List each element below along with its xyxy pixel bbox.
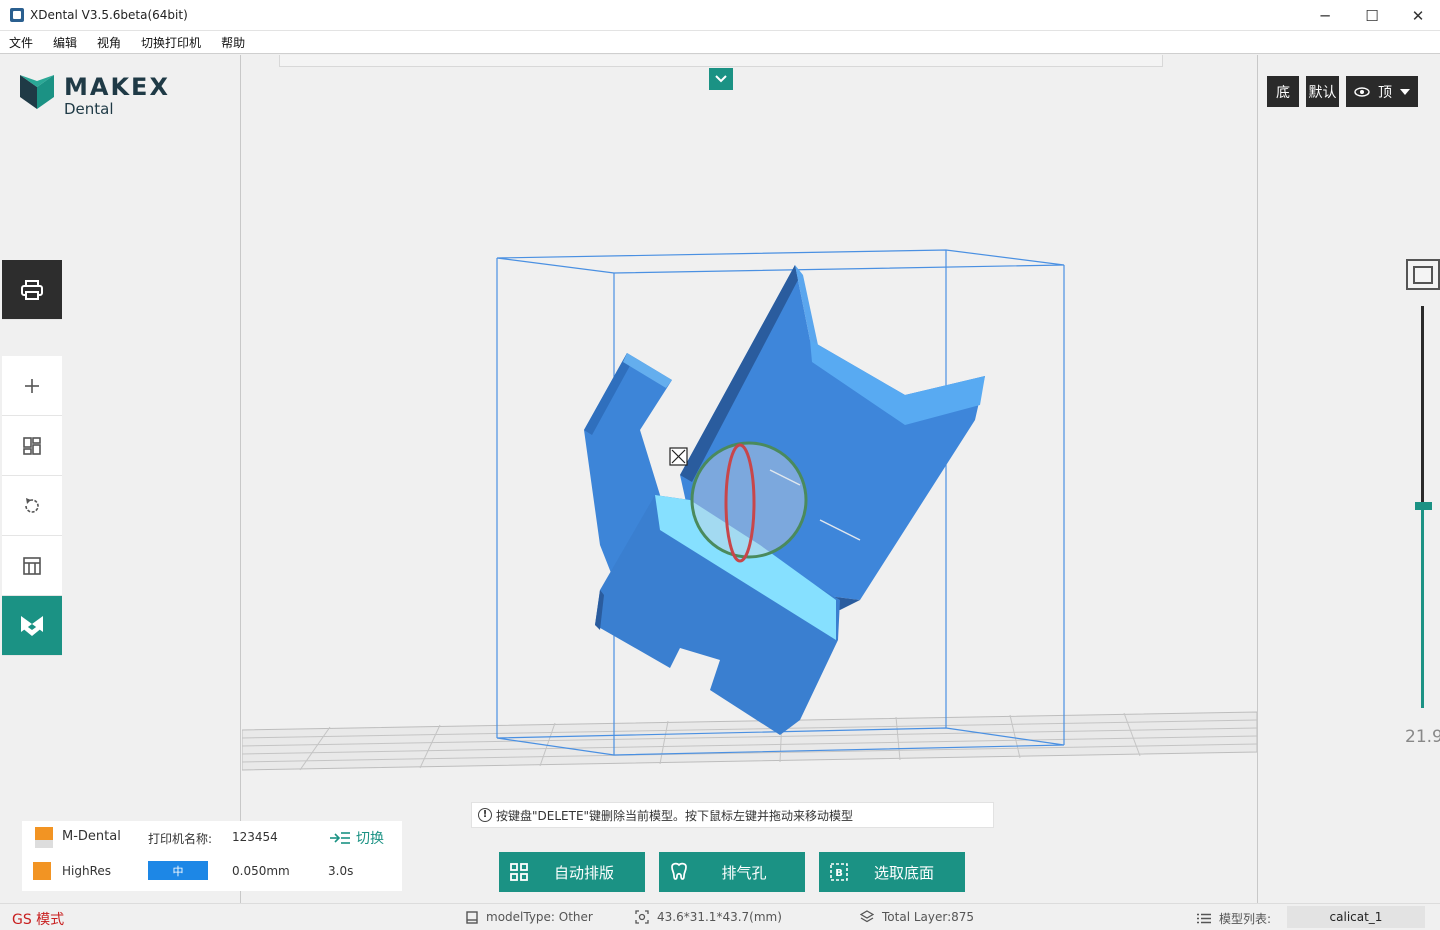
scan-icon	[635, 910, 649, 924]
menu-switch-printer[interactable]: 切换打印机	[131, 34, 211, 51]
menu-view[interactable]: 视角	[87, 34, 131, 51]
grid-icon	[510, 863, 528, 881]
model-list-label-group: 模型列表:	[1197, 910, 1271, 927]
layer-slider-track-active[interactable]	[1421, 506, 1424, 708]
logo-brand: MAKEX	[64, 73, 170, 101]
switch-arrow-icon	[330, 832, 350, 844]
select-base-label: 选取底面	[873, 863, 934, 882]
3d-viewport[interactable]	[242, 55, 1257, 903]
close-button[interactable]: ✕	[1395, 0, 1440, 31]
dimensions-status: 43.6*31.1*43.7(mm)	[635, 910, 782, 924]
printer-name-label: 打印机名称:	[148, 832, 213, 846]
model-list-select[interactable]: calicat_1	[1287, 906, 1425, 928]
hint-bar: ! 按键盘"DELETE"键删除当前模型。按下鼠标左键并拖动来移动模型	[471, 802, 994, 828]
model-list-label: 模型列表:	[1219, 912, 1272, 926]
rotate-button[interactable]	[2, 476, 62, 536]
logo: MAKEX Dental	[20, 73, 190, 121]
vent-hole-label: 排气孔	[721, 863, 767, 882]
view-default-button[interactable]: 默认	[1306, 76, 1339, 107]
printer-info-card: M-Dental 打印机名称: 123454 切换 HighRes 中 0.05…	[22, 821, 402, 891]
layer-slider-knob[interactable]	[1415, 502, 1432, 510]
info-icon: !	[478, 808, 492, 822]
makex-tool-button[interactable]	[2, 596, 62, 656]
layer-height-readout: 21.9	[1405, 727, 1440, 747]
title-bar: XDental V3.5.6beta(64bit) ─ ☐ ✕	[0, 0, 1440, 31]
menu-bar: 文件 编辑 视角 切换打印机 帮助	[0, 31, 1440, 54]
scene-canvas	[242, 249, 1257, 771]
support-button[interactable]	[2, 536, 62, 596]
model-type-text: modelType: Other	[486, 910, 593, 924]
makex-icon	[21, 615, 43, 636]
tooth-icon	[671, 862, 687, 880]
svg-text:B: B	[835, 868, 843, 879]
logo-sub: Dental	[64, 100, 114, 118]
select-base-button[interactable]: B 选取底面	[819, 852, 965, 892]
layer-slider-top-handle[interactable]	[1406, 259, 1440, 290]
printer-profile: M-Dental	[62, 829, 121, 844]
resin-swatch	[33, 862, 51, 880]
view-top-dropdown[interactable]: 顶	[1346, 76, 1418, 107]
auto-arrange-label: 自动排版	[553, 863, 614, 882]
app-icon	[10, 8, 24, 22]
move-cursor-icon	[669, 447, 688, 466]
exposure-time: 3.0s	[328, 864, 354, 878]
rotate-icon	[25, 497, 39, 513]
app-window: XDental V3.5.6beta(64bit) ─ ☐ ✕ 文件 编辑 视角…	[0, 0, 1440, 930]
maximize-button[interactable]: ☐	[1349, 0, 1395, 31]
layout-icon	[23, 436, 41, 455]
right-panel: 底 默认 顶 21.9	[1257, 55, 1440, 903]
total-layer-status: Total Layer:875	[860, 910, 974, 924]
layout-button[interactable]	[2, 416, 62, 476]
list-icon	[1197, 913, 1211, 924]
printer-name-value: 123454	[232, 830, 278, 844]
add-model-button[interactable]	[2, 356, 62, 416]
print-tool-button[interactable]	[2, 260, 62, 320]
eye-icon	[1354, 86, 1370, 97]
build-plate-grid	[242, 711, 1257, 771]
quality-level-badge: 中	[148, 861, 208, 880]
view-top-label: 顶	[1378, 84, 1392, 101]
layer-slider-track[interactable]	[1421, 306, 1424, 502]
plus-icon	[25, 378, 39, 393]
select-base-icon: B	[830, 863, 848, 881]
makex-logo-icon	[20, 75, 54, 109]
auto-arrange-button[interactable]: 自动排版	[499, 852, 645, 892]
dimensions-text: 43.6*31.1*43.7(mm)	[657, 910, 782, 924]
support-icon	[23, 556, 41, 575]
printer-swatch-base	[35, 840, 53, 848]
layer-thickness: 0.050mm	[232, 864, 290, 878]
menu-edit[interactable]: 编辑	[43, 34, 87, 51]
minimize-button[interactable]: ─	[1302, 0, 1348, 31]
menu-help[interactable]: 帮助	[211, 34, 255, 51]
resin-name: HighRes	[62, 864, 112, 878]
left-panel: MAKEX Dental	[0, 55, 241, 903]
layers-icon	[860, 910, 874, 923]
caret-down-icon	[1400, 88, 1410, 95]
vent-hole-button[interactable]: 排气孔	[659, 852, 805, 892]
total-layer-text: Total Layer:875	[882, 910, 975, 924]
switch-label: 切换	[356, 831, 384, 847]
print-icon	[21, 279, 43, 300]
save-icon	[466, 910, 478, 924]
switch-printer-link[interactable]: 切换	[330, 828, 384, 848]
hint-text: 按键盘"DELETE"键删除当前模型。按下鼠标左键并拖动来移动模型	[496, 808, 854, 823]
model-type-status: modelType: Other	[466, 910, 593, 924]
status-bar: GS 模式 modelType: Other 43.6*31.1*43.7(mm…	[0, 903, 1440, 930]
gs-mode-label[interactable]: GS 模式	[12, 909, 64, 929]
window-title: XDental V3.5.6beta(64bit)	[30, 8, 188, 22]
menu-file[interactable]: 文件	[0, 34, 43, 51]
view-bottom-button[interactable]: 底	[1267, 76, 1299, 107]
